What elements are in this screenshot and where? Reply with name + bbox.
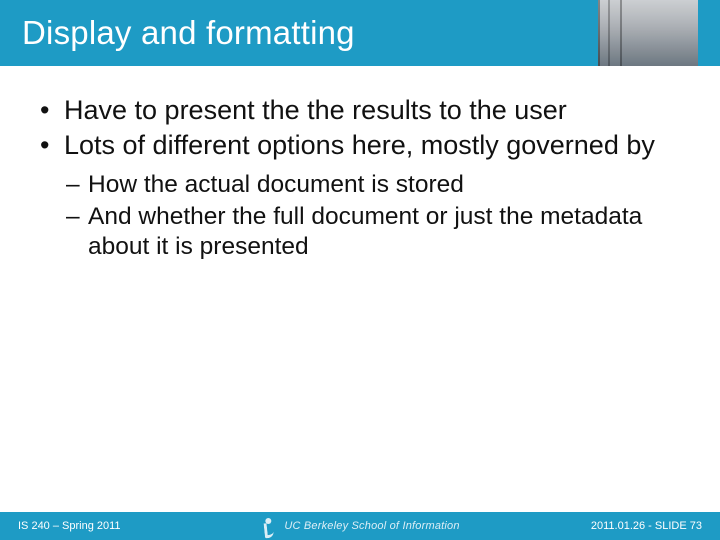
list-item: And whether the full document or just th… [66, 202, 684, 262]
sub-bullet-list: How the actual document is stored And wh… [36, 170, 684, 262]
bullet-text: Lots of different options here, mostly g… [64, 130, 655, 160]
bullet-text: Have to present the the results to the u… [64, 95, 567, 125]
main-bullet-list: Have to present the the results to the u… [36, 94, 684, 162]
slide-footer: IS 240 – Spring 2011 UC Berkeley School … [0, 512, 720, 540]
list-item: How the actual document is stored [66, 170, 684, 200]
list-item: Have to present the the results to the u… [36, 94, 684, 127]
list-item: Lots of different options here, mostly g… [36, 129, 684, 162]
sub-bullet-text: How the actual document is stored [88, 171, 464, 198]
footer-left: IS 240 – Spring 2011 [18, 520, 121, 532]
footer-center-text: UC Berkeley School of Information [284, 520, 459, 532]
sub-bullet-text: And whether the full document or just th… [88, 203, 642, 260]
footer-center: UC Berkeley School of Information [260, 516, 459, 536]
slide-header: Display and formatting [0, 0, 720, 66]
header-decorative-image [598, 0, 698, 66]
berkeley-ischool-logo-icon [260, 516, 276, 536]
footer-right: 2011.01.26 - SLIDE 73 [591, 520, 702, 532]
slide-content: Have to present the the results to the u… [0, 66, 720, 262]
slide-title: Display and formatting [0, 14, 355, 52]
